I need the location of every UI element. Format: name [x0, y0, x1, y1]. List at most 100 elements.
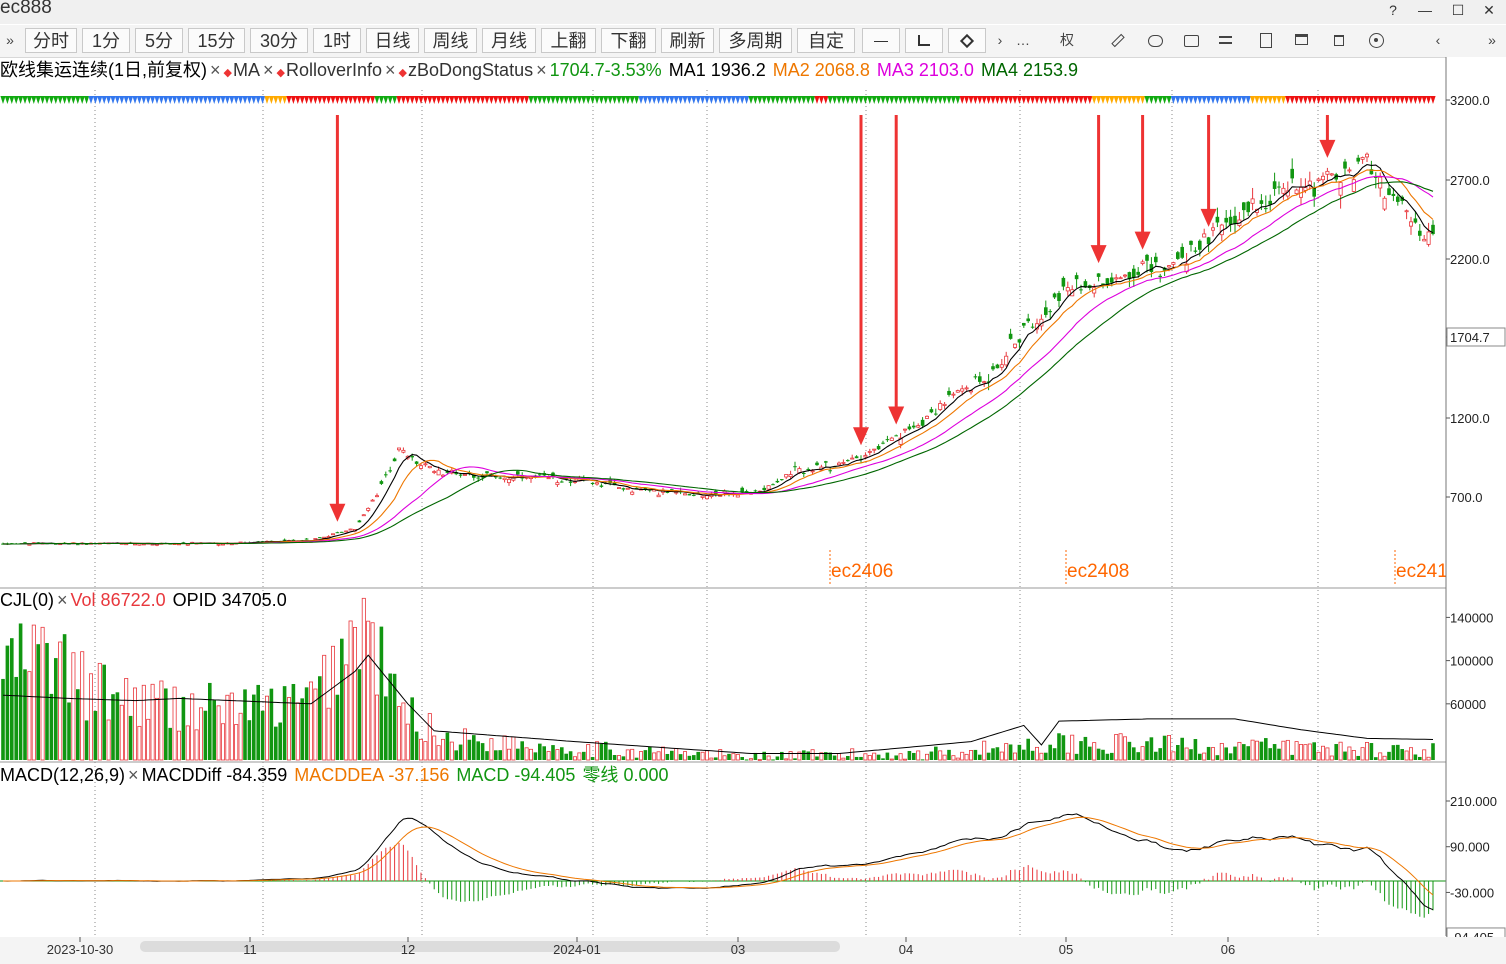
custom-button[interactable]: 自定 — [797, 28, 855, 53]
layout-icon[interactable] — [905, 28, 943, 53]
volume-bar — [608, 749, 612, 760]
status-marker — [744, 96, 750, 104]
status-marker — [1364, 96, 1370, 104]
page-up-button[interactable]: 上翻 — [541, 28, 596, 53]
chevron-right-icon[interactable]: › — [990, 30, 1010, 50]
help-icon[interactable]: ? — [1378, 0, 1408, 22]
candle-body — [1365, 153, 1370, 158]
volume-bar — [969, 750, 974, 761]
macd-dea-line — [3, 816, 1434, 896]
volume-bar — [1211, 747, 1216, 761]
close-ma-icon[interactable]: × — [210, 60, 221, 80]
close-icon[interactable]: ✕ — [1474, 0, 1504, 22]
period-button-fenshi[interactable]: 分时 — [25, 28, 77, 53]
volume-bar — [423, 741, 428, 761]
status-marker — [911, 96, 917, 104]
maximize-icon[interactable]: ☐ — [1443, 0, 1473, 22]
volume-bar — [172, 686, 177, 761]
date-label: 03 — [731, 942, 745, 957]
volume-bar — [881, 758, 885, 760]
status-marker — [405, 96, 411, 104]
volume-bar — [1360, 747, 1365, 761]
expand-right-icon[interactable]: » — [1482, 30, 1502, 50]
window-layout-icon[interactable] — [1292, 30, 1312, 50]
period-button-1hour[interactable]: 1时 — [313, 28, 361, 53]
status-marker — [409, 96, 415, 104]
document-icon[interactable] — [1255, 30, 1275, 50]
target-icon[interactable] — [1366, 30, 1386, 50]
nav-left-icon[interactable]: ‹ — [1428, 30, 1448, 50]
candle-body — [154, 543, 159, 546]
period-button-daily[interactable]: 日线 — [366, 28, 419, 53]
candle-body — [427, 465, 432, 469]
chart-area[interactable]: ec2406 ec2408 ec241 3200.0 2700.0 2200.0 1200… — [0, 57, 1506, 964]
candle-body — [885, 439, 890, 441]
volume-bar — [1004, 743, 1009, 761]
period-button-monthly[interactable]: 月线 — [482, 28, 536, 53]
candle-body — [436, 469, 441, 476]
draw-line-icon[interactable] — [862, 28, 900, 53]
status-marker — [189, 96, 195, 104]
volume-bar — [476, 741, 480, 760]
close-indicator-icon[interactable]: × — [536, 60, 547, 80]
candle-body — [815, 462, 819, 466]
close-macd-icon[interactable]: × — [128, 765, 139, 785]
candle-body — [516, 471, 520, 475]
status-marker — [1074, 96, 1080, 104]
close-rollover-icon[interactable]: × — [263, 60, 274, 80]
candle-body — [625, 487, 630, 490]
candle-body — [1396, 196, 1400, 202]
cloud-icon[interactable] — [1145, 30, 1165, 50]
status-marker — [1386, 96, 1392, 104]
page-down-button[interactable]: 下翻 — [601, 28, 656, 53]
period-button-15min[interactable]: 15分 — [188, 28, 245, 53]
volume-bar — [1334, 744, 1338, 760]
status-marker — [128, 96, 134, 104]
close-status-icon[interactable]: × — [385, 60, 396, 80]
signal-arrow-head — [888, 406, 905, 425]
candle-body — [1110, 277, 1114, 283]
candle-body — [766, 485, 771, 490]
volume-bar — [1127, 741, 1132, 760]
rollover-markers: ec2406 ec2408 ec241 — [829, 550, 1448, 586]
volume-bar — [1079, 741, 1083, 760]
close-volume-icon[interactable]: × — [57, 590, 68, 610]
candle-body — [907, 426, 912, 430]
period-button-weekly[interactable]: 周线 — [424, 28, 477, 53]
volume-bar — [278, 722, 282, 760]
multi-period-button[interactable]: 多周期 — [719, 28, 792, 53]
tool-icon[interactable] — [948, 28, 986, 53]
date-axis: 2023-10-30 11 12 2024-01 03 04 05 06 — [0, 937, 1506, 964]
volume-bar — [1198, 753, 1202, 760]
refresh-button[interactable]: 刷新 — [661, 28, 714, 53]
legend-zbodongstatus[interactable]: zBoDongStatus — [408, 60, 533, 80]
candle-body — [1360, 157, 1365, 160]
legend-ma[interactable]: MA — [233, 60, 260, 80]
candle-body — [546, 477, 551, 480]
trash-icon[interactable] — [1329, 30, 1349, 50]
status-marker — [827, 96, 833, 104]
status-marker — [928, 96, 934, 104]
macd-axis-label: -30.000 — [1450, 885, 1494, 900]
candle-body — [1013, 343, 1018, 348]
period-button-1min[interactable]: 1分 — [82, 28, 130, 53]
legend-rolloverinfo[interactable]: RolloverInfo — [286, 60, 382, 80]
minimize-icon[interactable]: — — [1410, 0, 1440, 22]
expand-left-icon[interactable]: » — [0, 30, 20, 50]
rights-icon[interactable]: 权 — [1057, 30, 1077, 50]
volume-bar — [850, 748, 855, 761]
settings-sliders-icon[interactable] — [1216, 30, 1236, 50]
screenshot-icon[interactable] — [1181, 30, 1201, 50]
volume-bar — [533, 752, 538, 760]
status-marker — [818, 96, 824, 104]
pencil-icon[interactable] — [1106, 30, 1126, 50]
status-marker — [264, 96, 270, 104]
volume-bar — [1422, 749, 1427, 761]
period-button-30min[interactable]: 30分 — [250, 28, 308, 53]
more-icon[interactable]: … — [1013, 30, 1033, 50]
status-marker — [1179, 96, 1185, 104]
status-marker — [422, 96, 428, 104]
volume-bar — [1206, 746, 1211, 760]
volume-bar — [40, 626, 45, 761]
period-button-5min[interactable]: 5分 — [135, 28, 183, 53]
